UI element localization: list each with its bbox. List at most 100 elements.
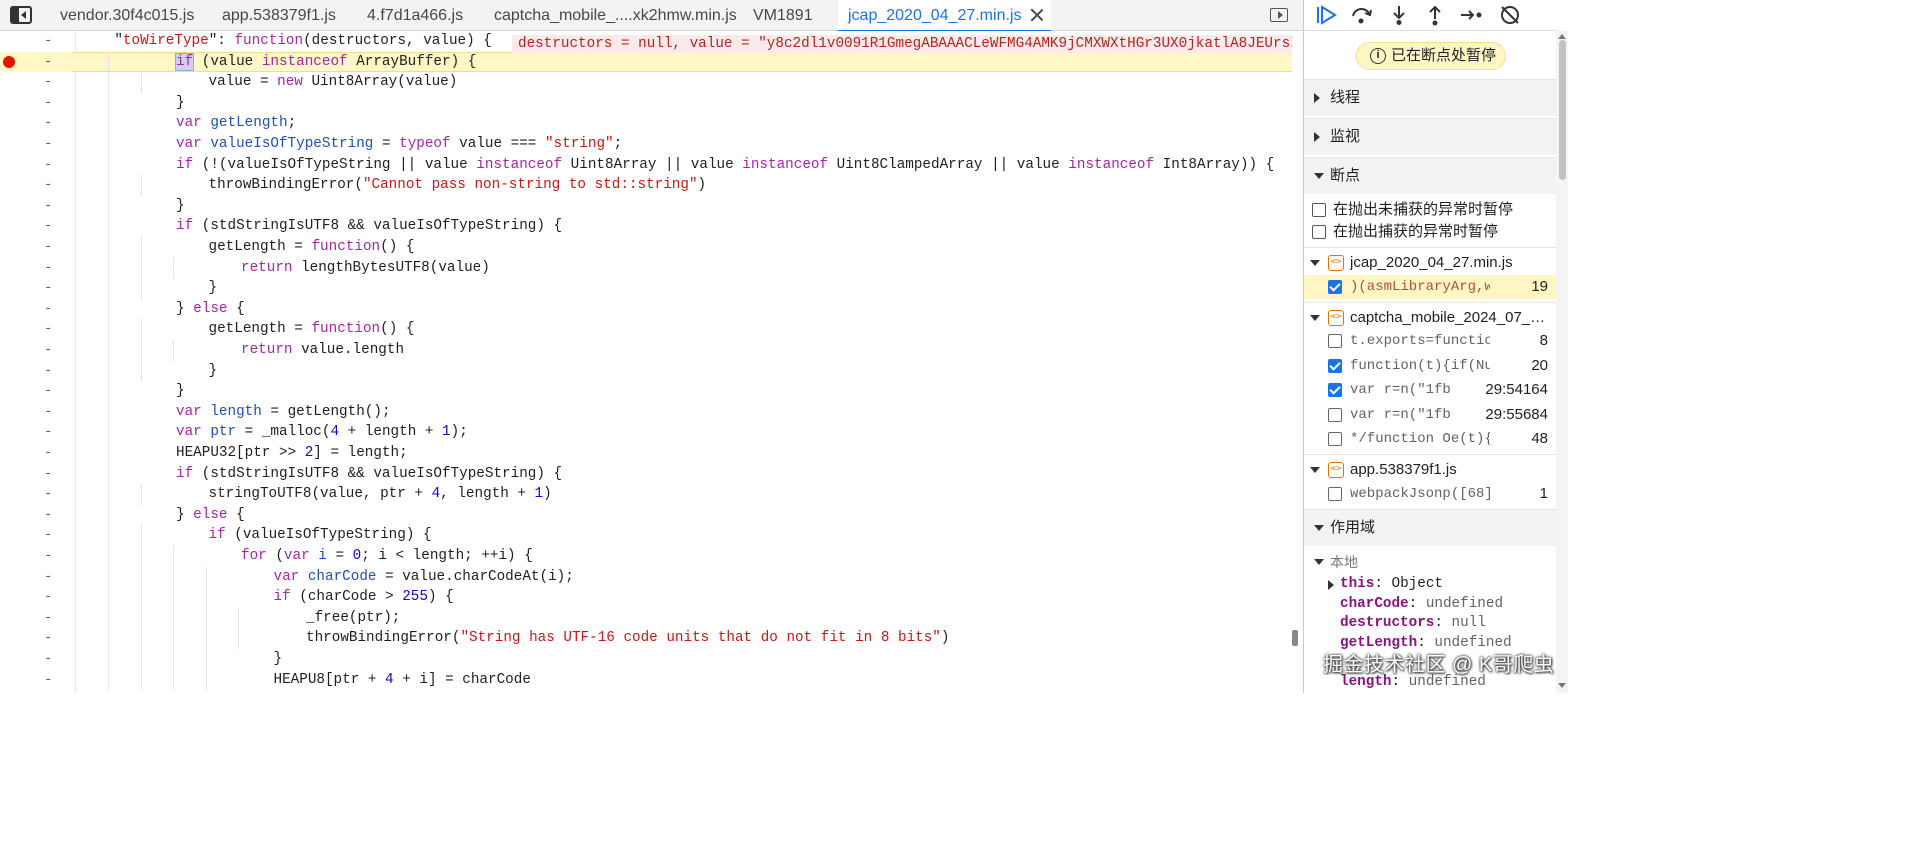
line-gutter-marker[interactable]: - (44, 505, 52, 526)
breakpoint-item[interactable]: t.exports=function… 8 (1304, 329, 1556, 353)
code-line[interactable]: - getLength = function() { (0, 319, 1292, 340)
code-line[interactable]: -} (0, 381, 1292, 402)
line-gutter-marker[interactable]: - (44, 299, 52, 320)
breakpoint-item[interactable]: webpackJsonp([68],… 1 (1304, 482, 1556, 506)
code-line[interactable]: -} (0, 278, 1292, 299)
pause-uncaught-exceptions[interactable]: 在抛出未捕获的异常时暂停 (1304, 199, 1556, 221)
tab-captcha-mobile[interactable]: captcha_mobile_....xk2hmw.min.js (494, 0, 737, 31)
pause-uncaught-checkbox[interactable] (1312, 203, 1326, 217)
line-gutter-marker[interactable]: - (44, 402, 52, 423)
code-line[interactable]: - for (var i = 0; i < length; ++i) { (0, 546, 1292, 567)
code-line[interactable]: - var valueIsOfTypeString = typeof value … (0, 134, 1292, 155)
line-gutter-marker[interactable]: - (44, 361, 52, 382)
line-gutter-marker[interactable]: - (44, 649, 52, 670)
toggle-navigator-icon[interactable] (10, 6, 32, 24)
section-breakpoints[interactable]: 断点 (1304, 157, 1556, 194)
code-line[interactable]: - if (stdStringIsUTF8 && valueIsOfTypeStr… (0, 463, 1292, 485)
code-line[interactable]: - return lengthBytesUTF8(value) (0, 257, 1292, 279)
step-into-icon[interactable] (1386, 4, 1412, 26)
line-gutter-marker[interactable]: - (44, 443, 52, 464)
breakpoint-file-captcha[interactable]: <> captcha_mobile_2024_07_… (1304, 306, 1556, 330)
line-gutter-marker[interactable]: - (44, 31, 52, 52)
scope-var-charcode[interactable]: charCode: undefined (1340, 594, 1503, 614)
breakpoint-item[interactable]: var r=n("1fb5… 29:55684 (1304, 403, 1556, 427)
line-gutter-marker[interactable]: - (44, 484, 52, 505)
breakpoint-checkbox[interactable] (1328, 487, 1342, 501)
resume-icon[interactable] (1314, 4, 1340, 26)
scope-var-this[interactable]: this: Object (1340, 574, 1443, 594)
line-gutter-marker[interactable]: - (44, 196, 52, 217)
line-gutter-marker[interactable]: - (44, 52, 52, 73)
code-line[interactable]: - if (valueIsOfTypeString) { (0, 525, 1292, 546)
line-gutter-marker[interactable]: - (44, 670, 52, 691)
code-line[interactable]: - return value.length (0, 340, 1292, 361)
line-gutter-marker[interactable]: - (44, 134, 52, 155)
code-line[interactable]: - var getLength; (0, 113, 1292, 134)
code-line[interactable]: -} (0, 649, 1292, 670)
line-gutter-marker[interactable]: - (44, 381, 52, 402)
breakpoint-item[interactable]: var r=n("1fb5… 29:54164 (1304, 378, 1556, 402)
line-gutter-marker[interactable]: - (44, 567, 52, 588)
code-line[interactable]: - throwBindingError("String has UTF-16 co… (0, 628, 1292, 649)
tab-app[interactable]: app.538379f1.js (222, 0, 336, 31)
line-gutter-marker[interactable]: - (44, 93, 52, 114)
code-line[interactable]: - var length = getLength(); (0, 401, 1292, 423)
tab-jcap[interactable]: jcap_2020_04_27.min.js (838, 0, 1052, 32)
code-line[interactable]: - var ptr = _malloc(4 + length + 1); (0, 422, 1292, 443)
toggle-debugger-panel-icon[interactable] (1270, 8, 1288, 22)
line-gutter-marker[interactable]: - (44, 319, 52, 340)
line-gutter-marker[interactable]: - (44, 237, 52, 258)
breakpoint-checkbox[interactable] (1328, 334, 1342, 348)
line-gutter-marker[interactable]: - (44, 258, 52, 279)
step-over-icon[interactable] (1349, 4, 1375, 26)
breakpoint-checkbox[interactable] (1328, 280, 1342, 294)
breakpoint-item[interactable]: )(asmLibraryArg,wa… 19 (1304, 275, 1556, 299)
code-line[interactable]: - throwBindingError("Cannot pass non-stri… (0, 175, 1292, 196)
line-gutter-marker[interactable]: - (44, 464, 52, 485)
code-line[interactable]: - HEAPU32[ptr >> 2] = length; (0, 443, 1292, 464)
breakpoint-checkbox[interactable] (1328, 383, 1342, 397)
code-line[interactable]: -} (0, 92, 1292, 114)
line-gutter-marker[interactable]: - (44, 216, 52, 237)
line-gutter-marker[interactable]: - (44, 525, 52, 546)
line-gutter-marker[interactable]: - (44, 340, 52, 361)
line-gutter-marker[interactable]: - (44, 422, 52, 443)
scroll-up-arrow-icon[interactable] (1558, 34, 1566, 39)
breakpoint-item[interactable]: function(t){if(Num… 20 (1304, 354, 1556, 378)
code-line[interactable]: - getLength = function() { (0, 237, 1292, 258)
close-tab-icon[interactable] (1029, 7, 1045, 23)
breakpoint-checkbox[interactable] (1328, 408, 1342, 422)
scope-local-header[interactable]: 本地 (1314, 552, 1358, 572)
section-threads[interactable]: 线程 (1304, 79, 1556, 116)
code-line[interactable]: - var charCode = value.charCodeAt(i); (0, 566, 1292, 588)
scroll-down-arrow-icon[interactable] (1558, 683, 1566, 688)
code-line[interactable]: -} else { (0, 298, 1292, 320)
code-line-paused[interactable]: - if (value instanceof ArrayBuffer) { (0, 51, 1292, 73)
breakpoint-checkbox[interactable] (1328, 359, 1342, 373)
line-gutter-marker[interactable]: - (44, 72, 52, 93)
line-gutter-marker[interactable]: - (44, 628, 52, 649)
breakpoint-file-jcap[interactable]: <> jcap_2020_04_27.min.js (1304, 251, 1556, 275)
code-line[interactable]: - if (charCode > 255) { (0, 587, 1292, 608)
line-gutter-marker[interactable]: - (44, 278, 52, 299)
editor-scrollbar[interactable] (1292, 630, 1298, 646)
line-gutter-marker[interactable]: - (44, 113, 52, 134)
tab-4[interactable]: 4.f7d1a466.js (367, 0, 463, 31)
scope-var-destructors[interactable]: destructors: null (1340, 613, 1486, 633)
line-gutter-marker[interactable]: - (44, 587, 52, 608)
line-gutter-marker[interactable]: - (44, 155, 52, 176)
line-gutter-marker[interactable]: - (44, 608, 52, 629)
tab-vm1891[interactable]: VM1891 (753, 0, 813, 31)
step-out-icon[interactable] (1422, 4, 1448, 26)
code-line[interactable]: - value = new Uint8Array(value) (0, 72, 1292, 93)
pause-caught-checkbox[interactable] (1312, 225, 1326, 239)
code-line[interactable]: - stringToUTF8(value, ptr + 4, length + 1… (0, 484, 1292, 505)
tab-vendor[interactable]: vendor.30f4c015.js (60, 0, 194, 31)
code-editor[interactable]: - "toWireType": function(destructors, va… (0, 31, 1303, 693)
code-line[interactable]: -} (0, 195, 1292, 217)
expand-this-icon[interactable] (1328, 580, 1334, 590)
breakpoint-file-app[interactable]: <> app.538379f1.js (1304, 458, 1556, 482)
code-line[interactable]: - if (!(valueIsOfTypeString || value inst… (0, 154, 1292, 176)
sidebar-scrollbar-thumb[interactable] (1559, 40, 1566, 180)
code-line[interactable]: - _free(ptr); (0, 607, 1292, 629)
